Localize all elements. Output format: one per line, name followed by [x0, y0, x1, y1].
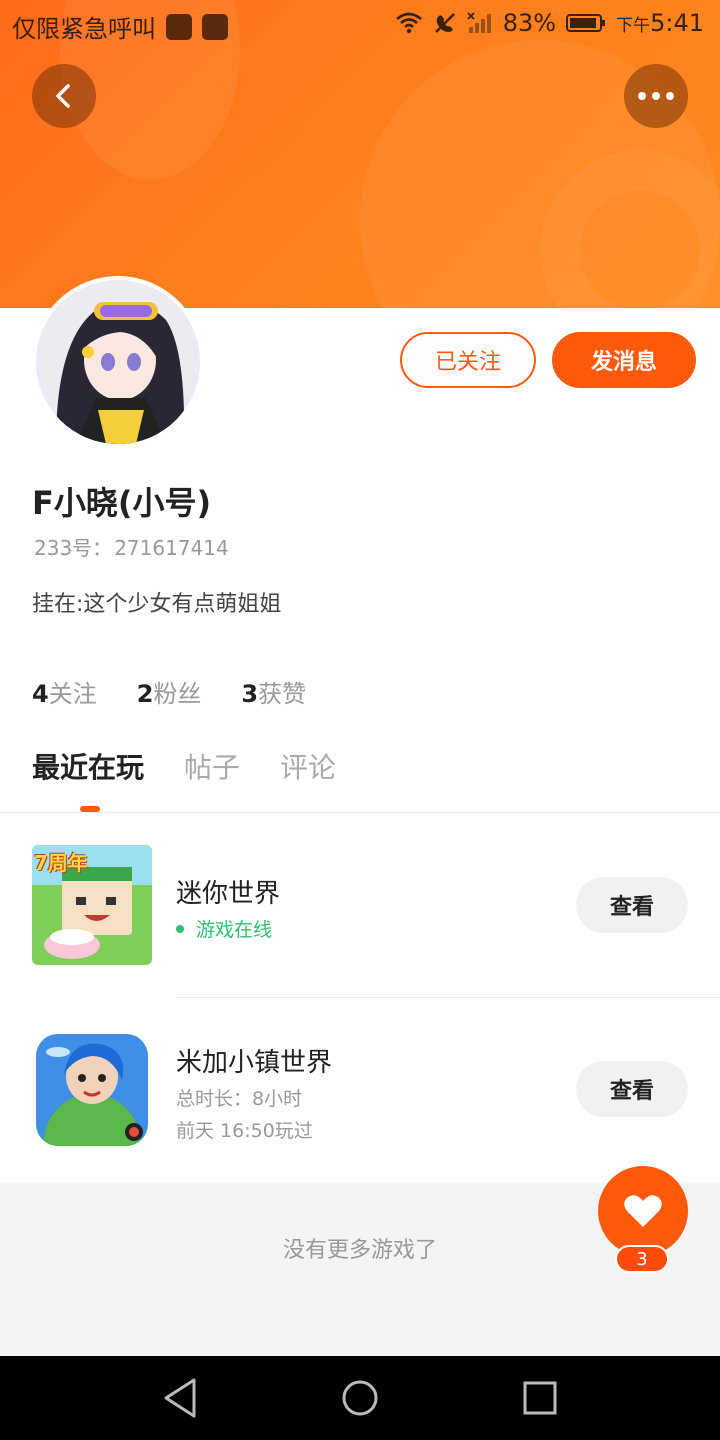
user-status: 挂在:这个少女有点萌姐姐	[32, 592, 282, 617]
send-message-button[interactable]: 发消息	[552, 332, 696, 388]
stat-likes[interactable]: 3获赞	[241, 674, 306, 709]
like-button[interactable]	[598, 1166, 688, 1256]
battery-percent: 83%	[502, 9, 557, 37]
home-nav-icon[interactable]	[340, 1376, 380, 1420]
stat-likes-label: 获赞	[258, 680, 307, 708]
game-icon: 7周年	[32, 845, 152, 965]
list-divider	[176, 997, 720, 998]
battery-icon	[566, 14, 606, 32]
view-game-button[interactable]: 查看	[576, 877, 688, 933]
avatar[interactable]	[32, 276, 204, 448]
online-dot-icon	[176, 924, 184, 933]
view-game-button[interactable]: 查看	[576, 1061, 688, 1117]
user-id-value: 271617414	[114, 536, 229, 560]
notification-icon	[202, 13, 228, 40]
online-status-text: 游戏在线	[196, 919, 273, 941]
user-id: 233号： 271617414	[32, 532, 229, 561]
game-name: 迷你世界	[176, 879, 281, 909]
followed-button[interactable]: 已关注	[400, 332, 536, 388]
tab-bar: 最近在玩 帖子 评论	[32, 746, 336, 786]
like-count-badge: 3	[615, 1245, 669, 1273]
user-id-label: 233号：	[34, 536, 113, 560]
game-online-status: 游戏在线	[176, 915, 272, 942]
stat-fans-count: 2	[136, 680, 154, 708]
notification-icon	[166, 13, 192, 40]
stat-likes-count: 3	[241, 680, 259, 708]
game-name: 米加小镇世界	[176, 1048, 333, 1078]
game-icon	[36, 1034, 148, 1146]
stat-following-count: 4	[32, 680, 49, 708]
tab-posts[interactable]: 帖子	[184, 746, 240, 786]
more-dots-icon	[638, 92, 674, 100]
carrier-text: 仅限紧急呼叫	[12, 15, 156, 43]
call-blocked-icon	[434, 13, 455, 33]
stats-row: 4关注 2粉丝 3获赞	[32, 674, 306, 709]
status-bar: 仅限紧急呼叫 83% 下午5:41	[0, 0, 720, 48]
wifi-icon	[395, 12, 422, 34]
recents-nav-icon[interactable]	[520, 1376, 560, 1420]
more-button[interactable]	[624, 64, 688, 128]
back-nav-icon[interactable]	[160, 1376, 200, 1420]
clock: 5:41	[650, 9, 704, 37]
game-last-played: 前天 16:50玩过	[176, 1120, 313, 1142]
time-prefix: 下午	[616, 16, 651, 36]
avatar-image	[36, 280, 200, 444]
heart-icon	[624, 1195, 662, 1227]
stat-fans-label: 粉丝	[153, 680, 202, 708]
back-button[interactable]	[32, 64, 96, 128]
signal-icon	[467, 12, 491, 33]
tab-recent-playing[interactable]: 最近在玩	[32, 746, 144, 786]
anniversary-badge: 7周年	[34, 851, 88, 875]
stat-fans[interactable]: 2粉丝	[137, 674, 202, 709]
chevron-left-icon	[56, 84, 70, 108]
stat-following-label: 关注	[48, 680, 97, 708]
username: F小晓(小号)	[32, 484, 212, 522]
system-nav-bar	[0, 1356, 720, 1440]
stat-following[interactable]: 4关注	[32, 674, 97, 709]
game-playtime: 总时长：8小时	[176, 1088, 303, 1110]
tab-comments[interactable]: 评论	[280, 746, 336, 786]
tabs-divider	[0, 812, 720, 813]
